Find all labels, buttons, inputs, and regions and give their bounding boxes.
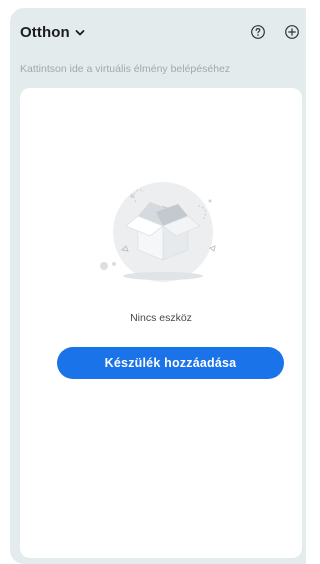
help-icon[interactable]	[250, 24, 266, 40]
device-list-card: Nincs eszköz Készülék hozzáadása	[20, 88, 302, 558]
chevron-down-icon	[75, 29, 85, 35]
header: Otthon	[10, 8, 306, 56]
empty-box-icon	[100, 182, 216, 282]
no-device-message: Nincs eszköz	[130, 312, 192, 324]
home-title: Otthon	[20, 24, 70, 41]
app-screen: Otthon Kattintson ide a virtuális élmény…	[10, 8, 306, 564]
virtual-experience-hint[interactable]: Kattintson ide a virtuális élmény belépé…	[20, 63, 230, 75]
add-icon[interactable]	[284, 24, 300, 40]
home-selector[interactable]: Otthon	[20, 24, 85, 41]
add-device-button[interactable]: Készülék hozzáadása	[57, 347, 284, 379]
